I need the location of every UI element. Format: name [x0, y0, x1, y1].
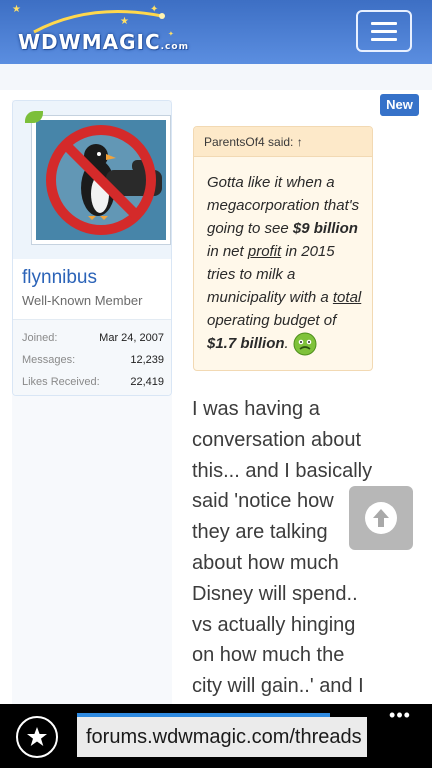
logo-text: WDWMAGIC	[18, 30, 161, 54]
message-body: I was having a conversation about this..…	[192, 398, 373, 698]
user-stats: Joined: Mar 24, 2007 Messages: 12,239 Li…	[13, 319, 171, 395]
arrow-up-icon	[365, 502, 397, 534]
avatar[interactable]	[31, 115, 171, 245]
user-card: flynnibus Well-Known Member Joined: Mar …	[12, 100, 172, 396]
quote-underline: total	[332, 289, 362, 306]
hamburger-line	[371, 22, 397, 25]
scroll-top-button[interactable]	[349, 486, 413, 550]
site-logo[interactable]: WDWMAGIC.com	[18, 30, 189, 54]
stat-joined: Joined: Mar 24, 2007	[22, 332, 164, 350]
stat-likes-received: Likes Received: 22,419	[22, 376, 164, 394]
quote-text-part: in net	[207, 243, 248, 260]
quote-block: ParentsOf4 said: ↑ Gotta like it when a …	[193, 126, 373, 371]
hamburger-line	[371, 38, 397, 41]
username-link[interactable]: flynnibus	[22, 267, 97, 289]
address-bar[interactable]: forums.wdwmagic.com/threads	[77, 717, 367, 757]
stat-value: 22,419	[130, 376, 164, 388]
stat-label: Likes Received:	[22, 376, 100, 388]
sick-face-emoji-icon	[293, 332, 317, 356]
stat-value[interactable]: 12,239	[130, 354, 164, 366]
quote-text: Gotta like it when a megacorporation tha…	[207, 171, 367, 356]
quote-bold-amount: $9 billion	[292, 220, 358, 237]
stat-label: Messages:	[22, 354, 76, 366]
user-title: Well-Known Member	[22, 293, 143, 308]
quote-underline: profit	[247, 243, 282, 260]
page: ★ ★ ✦ ✦ WDWMAGIC.com New flynnibus Well-…	[0, 0, 432, 768]
hamburger-menu-button[interactable]	[356, 10, 412, 52]
quote-text-part: .	[284, 335, 289, 352]
quote-bold-amount: $1.7 billion	[207, 335, 285, 352]
star-icon	[27, 727, 47, 746]
page-band	[0, 64, 432, 90]
hamburger-line	[371, 30, 397, 33]
logo-domain: .com	[160, 42, 189, 52]
stat-value: Mar 24, 2007	[99, 332, 164, 344]
no-penguin-avatar-icon	[36, 120, 166, 240]
more-options-button[interactable]: •••	[382, 706, 418, 728]
avatar-area	[13, 101, 171, 259]
quote-author-link[interactable]: ParentsOf4 said: ↑	[194, 127, 372, 157]
quote-text-part: operating budget of	[207, 312, 337, 329]
favorites-button[interactable]	[16, 716, 58, 758]
new-badge: New	[380, 94, 419, 116]
star-decoration-icon: ★	[12, 4, 21, 15]
stat-label: Joined:	[22, 332, 58, 344]
site-header: ★ ★ ✦ ✦ WDWMAGIC.com	[0, 0, 432, 64]
stat-messages: Messages: 12,239	[22, 354, 164, 372]
